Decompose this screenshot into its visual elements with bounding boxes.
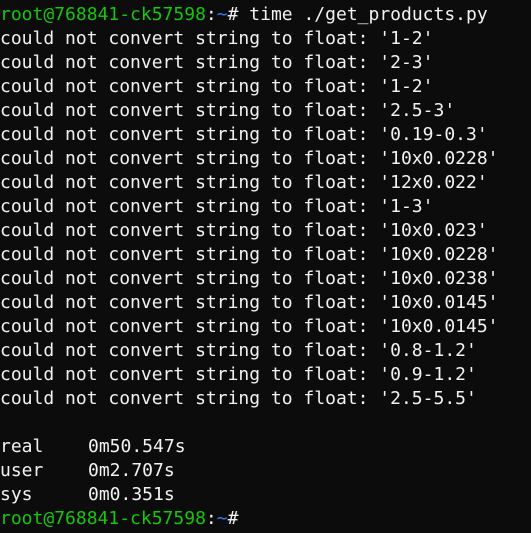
timing-user: user 0m2.707s — [0, 459, 531, 483]
error-line: could not convert string to float: '10x0… — [0, 268, 499, 289]
prompt-user-host: root@768841-ck57598 — [0, 508, 206, 529]
error-line: could not convert string to float: '1-2' — [0, 28, 434, 49]
error-line: could not convert string to float: '10x0… — [0, 316, 499, 337]
timing-sys: sys 0m0.351s — [0, 483, 531, 507]
timing-user-label: user — [0, 460, 44, 481]
text-cursor — [249, 509, 259, 527]
error-line: could not convert string to float: '1-2' — [0, 76, 434, 97]
error-line: could not convert string to float: '10x0… — [0, 292, 499, 313]
error-line: could not convert string to float: '2-3' — [0, 52, 434, 73]
error-line: could not convert string to float: '0.19… — [0, 124, 488, 145]
prompt-path: ~ — [216, 508, 228, 529]
scrolled-prompt-line: root@768841-ck57598:~# time ./get_produc… — [0, 0, 531, 3]
prompt-command: time ./get_products.py — [249, 4, 488, 25]
error-line: could not convert string to float: '10x0… — [0, 148, 499, 169]
prompt-path: ~ — [216, 4, 228, 25]
timing-real: real 0m50.547s — [0, 435, 531, 459]
timing-sys-value: 0m0.351s — [88, 484, 175, 505]
timing-sys-label: sys — [0, 484, 33, 505]
prompt-separator: : — [205, 4, 217, 25]
error-line: could not convert string to float: '0.9-… — [0, 364, 477, 385]
prompt-separator: : — [205, 508, 217, 529]
error-line: could not convert string to float: '1-3' — [0, 196, 434, 217]
error-line: could not convert string to float: '10x0… — [0, 244, 499, 265]
prompt-symbol: # — [227, 508, 250, 529]
error-line: could not convert string to float: '10x0… — [0, 220, 488, 241]
prompt-user-host: root@768841-ck57598 — [0, 4, 206, 25]
command-line: root@768841-ck57598:~# time ./get_produc… — [0, 3, 531, 27]
error-line: could not convert string to float: '0.8-… — [0, 340, 477, 361]
error-line: could not convert string to float: '2.5-… — [0, 388, 477, 409]
prompt-symbol: # — [227, 4, 250, 25]
timing-user-value: 0m2.707s — [88, 460, 175, 481]
terminal-output[interactable]: root@768841-ck57598:~# time ./get_produc… — [0, 0, 531, 531]
active-prompt-line[interactable]: root@768841-ck57598:~# — [0, 507, 531, 531]
error-line: could not convert string to float: '2.5-… — [0, 100, 456, 121]
timing-real-value: 0m50.547s — [88, 436, 186, 457]
timing-real-label: real — [0, 436, 44, 457]
error-line: could not convert string to float: '12x0… — [0, 172, 488, 193]
